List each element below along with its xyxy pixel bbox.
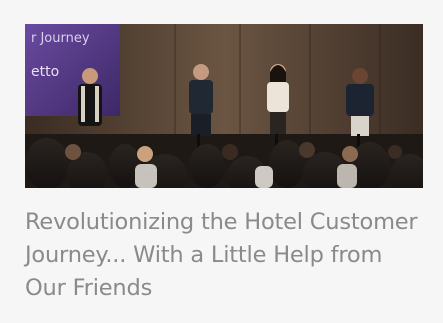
screen-text-line2: etto [31, 64, 59, 80]
article-card[interactable]: r Journey etto Revolutionizing the Hotel… [0, 0, 443, 323]
article-title[interactable]: Revolutionizing the Hotel Customer Journ… [25, 206, 425, 305]
conference-panel-image: r Journey etto [25, 24, 423, 188]
article-thumbnail[interactable]: r Journey etto [25, 24, 423, 188]
screen-text-line1: r Journey [31, 31, 90, 46]
panelist-2-figure [267, 64, 289, 134]
